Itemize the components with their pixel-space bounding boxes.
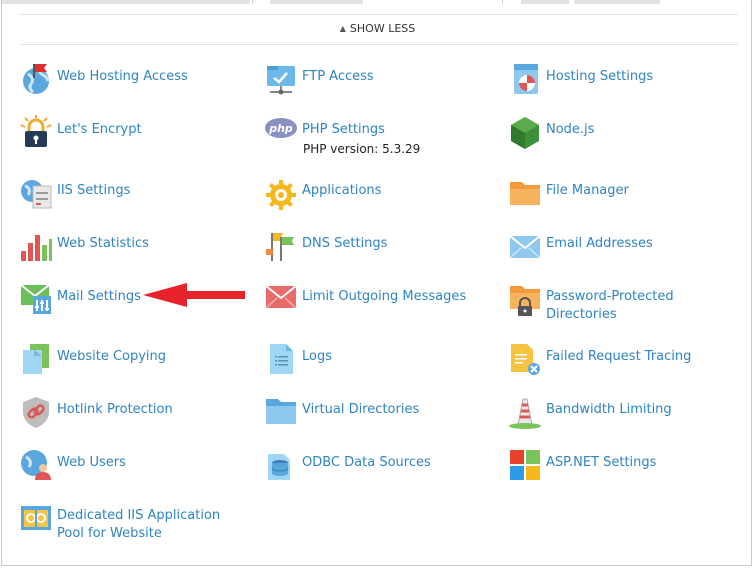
- app-pool-icon: [19, 501, 53, 535]
- tool-lets-encrypt[interactable]: Let's Encrypt: [19, 115, 142, 149]
- globe-flag-icon: [19, 62, 53, 96]
- bar-chart-icon: [19, 229, 53, 263]
- tool-web-hosting-access[interactable]: Web Hosting Access: [19, 62, 188, 96]
- annotation-arrow-icon: [143, 283, 245, 307]
- tool-label: Website Copying: [57, 349, 167, 364]
- divider: [19, 14, 738, 15]
- tool-label: Mail Settings: [57, 289, 141, 304]
- copy-icon: [19, 342, 53, 376]
- tool-file-manager[interactable]: File Manager: [508, 176, 629, 210]
- tool-nodejs[interactable]: Node.js: [508, 115, 594, 149]
- tool-label: IIS Settings: [57, 183, 131, 198]
- web-users-icon: [19, 448, 53, 482]
- tool-label: ODBC Data Sources: [302, 455, 431, 470]
- php-icon: php: [264, 115, 298, 149]
- tool-website-copying[interactable]: Website Copying: [19, 342, 166, 376]
- tool-virtual-directories[interactable]: Virtual Directories: [264, 395, 419, 429]
- tool-bandwidth-limiting[interactable]: Bandwidth Limiting: [508, 395, 672, 429]
- tool-limit-outgoing-messages[interactable]: Limit Outgoing Messages: [264, 282, 466, 316]
- tool-label: Limit Outgoing Messages: [302, 289, 467, 304]
- tool-label: Let's Encrypt: [57, 122, 142, 137]
- divider: [252, 0, 253, 4]
- tool-label: PHP Settings: [302, 122, 385, 137]
- aspnet-icon: [508, 448, 542, 482]
- tool-hotlink-protection[interactable]: Hotlink Protection: [19, 395, 173, 429]
- virtual-folder-icon: [264, 395, 298, 429]
- locked-folder-icon: [508, 282, 542, 316]
- svg-text:php: php: [268, 122, 293, 135]
- ftp-folder-icon: [264, 62, 298, 96]
- show-less-label: SHOW LESS: [349, 22, 416, 35]
- tool-label: Web Hosting Access: [57, 69, 188, 84]
- tool-label: Dedicated IIS Application Pool for Websi…: [57, 508, 221, 541]
- tool-label: Web Statistics: [57, 236, 149, 251]
- top-tab-strip: [2, 0, 250, 4]
- chevron-up-icon: ▲: [339, 24, 346, 33]
- gear-icon: [264, 176, 298, 210]
- iis-server-icon: [19, 176, 53, 210]
- envelope-icon: [508, 229, 542, 263]
- tool-label: ASP.NET Settings: [546, 455, 657, 470]
- tool-logs[interactable]: Logs: [264, 342, 332, 376]
- tool-mail-settings[interactable]: Mail Settings: [19, 282, 141, 316]
- folder-icon: [508, 176, 542, 210]
- tool-failed-request-tracing[interactable]: Failed Request Tracing: [508, 342, 691, 376]
- tool-label: Bandwidth Limiting: [546, 402, 672, 417]
- tool-dns-settings[interactable]: DNS Settings: [264, 229, 387, 263]
- tool-label: Password-Protected Directories: [546, 289, 674, 322]
- tool-odbc-data-sources[interactable]: ODBC Data Sources: [264, 448, 431, 482]
- tool-label: Node.js: [546, 122, 595, 137]
- envelope-red-icon: [264, 282, 298, 316]
- tool-web-users[interactable]: Web Users: [19, 448, 126, 482]
- hosting-settings-icon: [508, 62, 542, 96]
- tool-label: Virtual Directories: [302, 402, 420, 417]
- mail-settings-icon: [19, 282, 53, 316]
- tool-email-addresses[interactable]: Email Addresses: [508, 229, 653, 263]
- tool-aspnet-settings[interactable]: ASP.NET Settings: [508, 448, 656, 482]
- tool-label: Web Users: [57, 455, 126, 470]
- tool-label: DNS Settings: [302, 236, 388, 251]
- dns-flags-icon: [264, 229, 298, 263]
- tool-label: Email Addresses: [546, 236, 653, 251]
- top-tab-strip: [521, 0, 569, 4]
- tool-label: Hotlink Protection: [57, 402, 173, 417]
- tool-password-protected-directories[interactable]: Password-Protected Directories: [508, 282, 708, 324]
- divider: [19, 44, 738, 45]
- failed-trace-icon: [508, 342, 542, 376]
- tool-ftp-access[interactable]: FTP Access: [264, 62, 374, 96]
- tool-label: Logs: [302, 349, 332, 364]
- shield-link-icon: [19, 395, 53, 429]
- tool-hosting-settings[interactable]: Hosting Settings: [508, 62, 653, 96]
- database-icon: [264, 448, 298, 482]
- tool-label: File Manager: [546, 183, 629, 198]
- tool-label: FTP Access: [302, 69, 374, 84]
- tool-label: Failed Request Tracing: [546, 349, 692, 364]
- tool-applications[interactable]: Applications: [264, 176, 381, 210]
- top-tab-strip: [574, 0, 660, 4]
- log-file-icon: [264, 342, 298, 376]
- divider: [502, 0, 503, 4]
- tool-iis-settings[interactable]: IIS Settings: [19, 176, 130, 210]
- top-tab-strip: [270, 0, 363, 4]
- nodejs-icon: [508, 115, 542, 149]
- tool-web-statistics[interactable]: Web Statistics: [19, 229, 149, 263]
- php-version-text: PHP version: 5.3.29: [303, 142, 421, 156]
- tool-label: Hosting Settings: [546, 69, 654, 84]
- tool-dedicated-iis-app-pool[interactable]: Dedicated IIS Application Pool for Websi…: [19, 501, 259, 543]
- tool-label: Applications: [302, 183, 382, 198]
- show-less-toggle[interactable]: ▲ SHOW LESS: [2, 22, 753, 35]
- lock-icon: [19, 115, 53, 149]
- tower-icon: [508, 395, 542, 429]
